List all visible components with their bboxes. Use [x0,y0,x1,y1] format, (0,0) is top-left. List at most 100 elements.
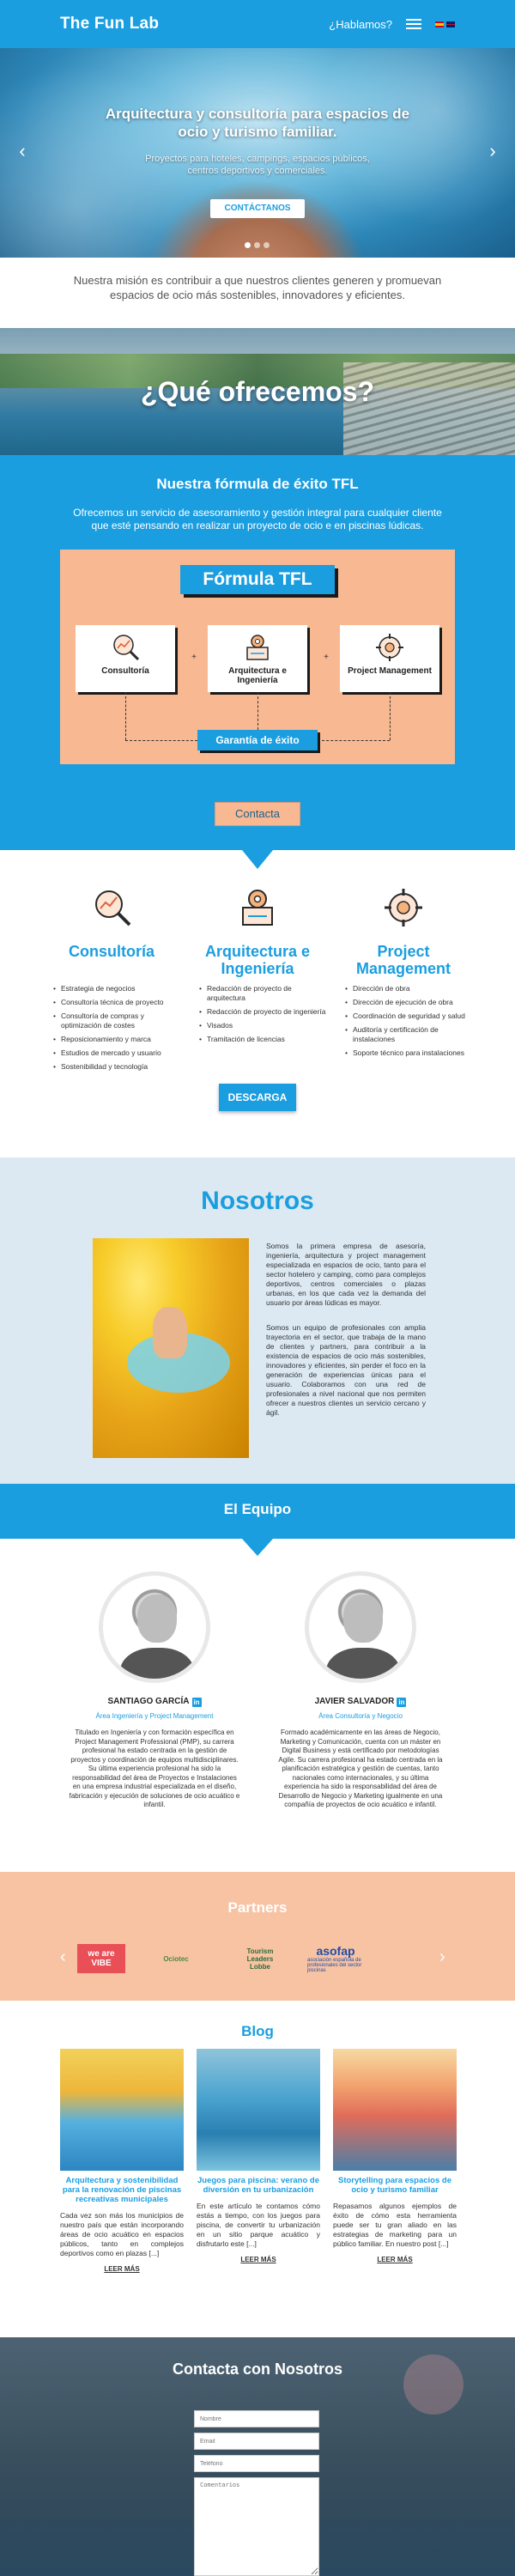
service-title: Consultoría [68,943,154,960]
service-title: Project Management [355,943,451,977]
list-item: Visados [199,1021,330,1030]
chevron-right-icon[interactable]: › [439,1947,445,1967]
about-text: Somos la primera empresa de asesoría, in… [266,1242,426,1433]
logo-line: we are [88,1949,115,1959]
partner-logo-ociotec[interactable]: Ociotec [148,1944,204,1973]
post-excerpt: Repasamos algunos ejemplos de éxito de c… [333,2202,457,2248]
logo-line: Tourism [246,1947,274,1955]
formula-box-project-management: Project Management [340,625,439,692]
list-item: Dirección de obra [345,984,476,993]
member-bio: Titulado en Ingeniería y con formación e… [69,1728,240,1808]
hero-title: Arquitectura y consultoría para espacios… [105,106,410,140]
logo-line: Leaders Lobbe [246,1954,274,1971]
email-field[interactable] [194,2433,319,2450]
post-image[interactable] [60,2049,184,2171]
list-item: Consultoría de compras y optimización de… [53,1012,185,1030]
connector-line [390,692,391,740]
chevron-right-icon[interactable]: › [482,141,503,161]
blog-post: Arquitectura y sostenibilidad para la re… [60,2049,184,2273]
spanish-flag-icon[interactable] [435,21,444,27]
formula-box-label: Consultoría [101,666,149,676]
section-pointer [242,850,273,869]
list-item: Redacción de proyecto de arquitectura [199,984,330,1003]
comments-field[interactable] [194,2477,319,2576]
about-paragraph: Somos la primera empresa de asesoría, in… [266,1242,426,1307]
list-item: Soporte técnico para instalaciones [345,1048,476,1058]
post-title[interactable]: Juegos para piscina: verano de diversión… [197,2176,320,2195]
list-item: Redacción de proyecto de ingeniería [199,1007,330,1017]
blueprint-gear-icon [246,635,269,660]
success-guarantee-badge: Garantía de éxito [197,730,318,750]
service-list: Redacción de proyecto de arquitectura Re… [185,984,330,1044]
avatar [99,1571,210,1683]
team-title: El Equipo [223,1501,292,1517]
member-role: Área Ingeniería y Project Management [95,1712,214,1720]
partner-logo-asofap[interactable]: asofap asociación española de profesiona… [307,1944,364,1973]
offer-banner: ¿Qué ofrecemos? [0,328,515,455]
blog-post: Storytelling para espacios de ocio y tur… [333,2049,457,2263]
slider-dot[interactable] [245,242,251,248]
read-more-link[interactable]: LEER MÁS [197,2256,320,2263]
contact-us-button[interactable]: CONTÁCTANOS [210,199,305,218]
plus-sign: + [324,653,329,662]
magnifier-chart-icon [113,635,140,661]
slider-dot[interactable] [254,242,260,248]
list-item: Estrategia de negocios [53,984,185,993]
contact-title: Contacta con Nosotros [172,2360,343,2378]
service-list: Dirección de obra Dirección de ejecución… [330,984,476,1058]
list-item: Estudios de mercado y usuario [53,1048,185,1058]
talk-link[interactable]: ¿Hablamos? [329,18,392,31]
partner-logo-tourism-leaders[interactable]: Tourism Leaders Lobbe [237,1944,283,1973]
member-bio: Formado académicamente en las áreas de N… [278,1728,443,1808]
post-title[interactable]: Storytelling para espacios de ocio y tur… [333,2176,457,2195]
team-member: SANTIAGO GARCÍA in Área Ingeniería y Proj… [69,1571,240,1810]
list-item: Dirección de ejecución de obra [345,998,476,1007]
post-title[interactable]: Arquitectura y sostenibilidad para la re… [60,2176,184,2204]
chevron-left-icon[interactable]: ‹ [60,1947,66,1967]
site-logo[interactable]: The Fun Lab [60,15,159,33]
partner-logo-vibe[interactable]: we are VIBE [77,1944,125,1973]
list-item: Reposicionamiento y marca [53,1035,185,1044]
list-item: Coordinación de seguridad y salud [345,1012,476,1021]
avatar [305,1571,416,1683]
post-excerpt: Cada vez son más los municipios de nuest… [60,2211,184,2257]
formula-box-label: Project Management [348,666,432,676]
connector-line [125,692,126,740]
formula-diagram: Fórmula TFL Consultoría + Arquitectura e… [60,550,455,764]
service-column-architecture: Arquitectura e Ingeniería Redacción de p… [185,884,330,1048]
magnifier-chart-icon [95,890,131,927]
list-item: Auditoría y certificación de instalacion… [345,1025,476,1044]
post-image[interactable] [197,2049,320,2171]
phone-field[interactable] [194,2455,319,2472]
formula-contact-button[interactable]: Contacta [215,802,300,826]
formula-heading: Nuestra fórmula de éxito TFL [156,476,359,492]
formula-box-label: Arquitectura e Ingeniería [228,666,287,685]
name-field[interactable] [194,2410,319,2427]
menu-icon[interactable] [406,19,421,29]
slider-dot[interactable] [264,242,270,248]
logo-line: VIBE [91,1959,112,1968]
member-name-text: JAVIER SALVADOR [314,1697,395,1706]
offer-title: ¿Qué ofrecemos? [140,376,375,407]
services-section: Consultoría Estrategia de negocios Consu… [0,876,515,1151]
partners-section: Partners ‹ we are VIBE Ociotec Tourism L… [0,1872,515,2001]
hero-subtitle: Proyectos para hoteles, campings, espaci… [145,154,370,176]
slider-dots [245,242,270,248]
team-member: JAVIER SALVADOR in Área Consultoría y Neg… [275,1571,446,1810]
post-image[interactable] [333,2049,457,2171]
read-more-link[interactable]: LEER MÁS [333,2256,457,2263]
chevron-left-icon[interactable]: ‹ [12,141,33,161]
read-more-link[interactable]: LEER MÁS [60,2265,184,2273]
service-title: Arquitectura e Ingeniería [204,943,311,977]
english-flag-icon[interactable] [446,21,455,27]
formula-description: Ofrecemos un servicio de asesoramiento y… [73,507,442,532]
service-column-consulting: Consultoría Estrategia de negocios Consu… [39,884,185,1076]
linkedin-icon[interactable]: in [397,1698,407,1707]
formula-box-architecture: Arquitectura e Ingeniería [208,625,307,692]
blog-post: Juegos para piscina: verano de diversión… [197,2049,320,2263]
language-switcher [435,21,455,27]
linkedin-icon[interactable]: in [191,1698,202,1707]
member-name: SANTIAGO GARCÍA in [69,1697,240,1707]
download-button[interactable]: DESCARGA [219,1084,296,1111]
gear-network-icon [376,634,403,661]
